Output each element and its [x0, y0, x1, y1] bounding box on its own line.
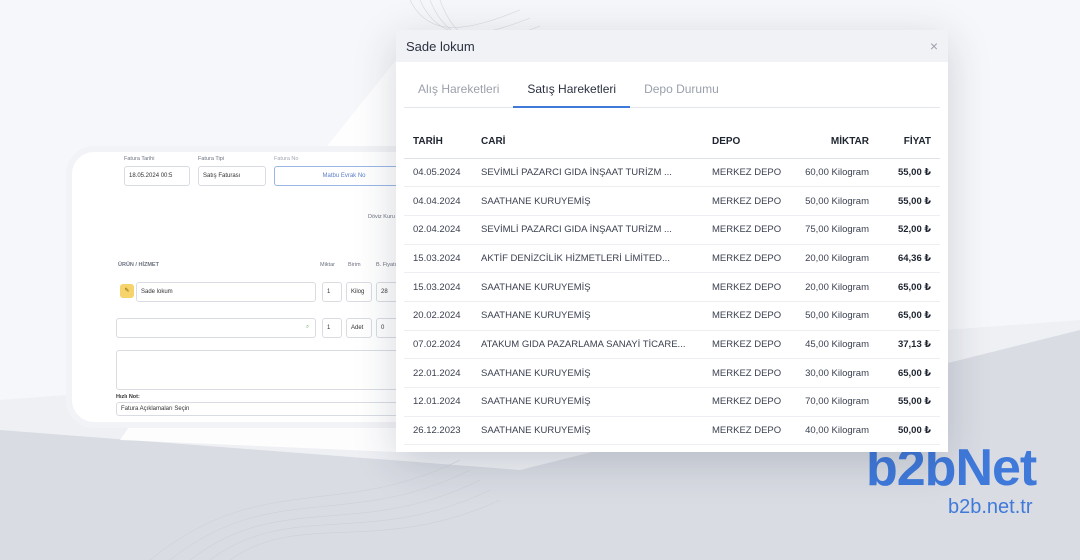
- cell-date: 02.04.2024: [404, 215, 472, 245]
- tab-purchase-movements[interactable]: Alış Hareketleri: [404, 74, 513, 107]
- cell-account: SAATHANE KURUYEMİŞ: [472, 272, 703, 302]
- brand-url: b2b.net.tr: [948, 496, 1033, 518]
- table-row[interactable]: 22.01.2024 SAATHANE KURUYEMİŞ MERKEZ DEP…: [404, 358, 940, 388]
- cell-quantity: 70,00 Kilogram: [793, 387, 878, 417]
- row1-quantity-field[interactable]: 1: [322, 282, 342, 302]
- row2-quantity-field[interactable]: 1: [322, 318, 342, 338]
- column-header-price[interactable]: FİYAT: [878, 126, 940, 159]
- invoice-date-label: Fatura Tarihi: [124, 156, 155, 162]
- modal-title: Sade lokum: [406, 38, 475, 54]
- cell-account: ATAKUM GIDA PAZARLAMA SANAYİ TİCARE...: [472, 330, 703, 360]
- cell-quantity: 20,00 Kilogram: [793, 272, 878, 302]
- currency-label: Döviz Kuru: [368, 214, 395, 220]
- cell-warehouse: MERKEZ DEPO: [703, 186, 793, 216]
- table-header-row: TARİH CARİ DEPO MİKTAR FİYAT: [404, 126, 940, 159]
- cell-price: 55,00 ₺: [878, 387, 940, 417]
- cell-price: 55,00 ₺: [878, 186, 940, 216]
- cell-account: SAATHANE KURUYEMİŞ: [472, 358, 703, 388]
- tab-sales-movements[interactable]: Satış Hareketleri: [513, 74, 630, 108]
- stock-movements-modal: Sade lokum × Alış Hareketleri Satış Hare…: [396, 30, 948, 452]
- row1-unit-select[interactable]: Kilog: [346, 282, 372, 302]
- cell-quantity: 20,00 Kilogram: [793, 244, 878, 274]
- cell-account: SAATHANE KURUYEMİŞ: [472, 186, 703, 216]
- column-header-date[interactable]: TARİH: [404, 126, 472, 159]
- cell-date: 12.01.2024: [404, 387, 472, 417]
- cell-price: 64,36 ₺: [878, 244, 940, 274]
- quick-note-select[interactable]: Fatura Açıklamaları Seçin: [116, 402, 416, 416]
- cell-price: 65,00 ₺: [878, 358, 940, 388]
- cell-date: 20.02.2024: [404, 301, 472, 331]
- cell-warehouse: MERKEZ DEPO: [703, 158, 793, 188]
- sales-movements-table: TARİH CARİ DEPO MİKTAR FİYAT 04.05.2024 …: [404, 126, 940, 446]
- cell-account: SEVİMLİ PAZARCI GIDA İNŞAAT TURİZM ...: [472, 215, 703, 245]
- product-column-header: ÜRÜN / HİZMET: [118, 262, 159, 268]
- cell-price: 55,00 ₺: [878, 158, 940, 188]
- cell-warehouse: MERKEZ DEPO: [703, 272, 793, 302]
- cell-quantity: 30,00 Kilogram: [793, 358, 878, 388]
- table-row[interactable]: 04.04.2024 SAATHANE KURUYEMİŞ MERKEZ DEP…: [404, 186, 940, 216]
- background-invoice-form: Fatura Tarihi 18.05.2024 00:5 Fatura Tip…: [66, 146, 446, 428]
- cell-account: SAATHANE KURUYEMİŞ: [472, 301, 703, 331]
- unit-column-header: Birim: [348, 262, 361, 268]
- cell-quantity: 50,00 Kilogram: [793, 301, 878, 331]
- cell-quantity: 75,00 Kilogram: [793, 215, 878, 245]
- invoice-no-input[interactable]: Matbu Evrak No: [274, 166, 414, 186]
- invoice-type-label: Fatura Tipi: [198, 156, 224, 162]
- cell-warehouse: MERKEZ DEPO: [703, 358, 793, 388]
- cell-quantity: 60,00 Kilogram: [793, 158, 878, 188]
- cell-price: 50,00 ₺: [878, 416, 940, 446]
- cell-account: AKTİF DENİZCİLİK HİZMETLERİ LİMİTED...: [472, 244, 703, 274]
- invoice-type-select[interactable]: Satış Faturası: [198, 166, 266, 186]
- close-icon[interactable]: ×: [930, 38, 938, 54]
- cell-date: 15.03.2024: [404, 244, 472, 274]
- product-search-input[interactable]: [116, 318, 316, 338]
- cell-price: 37,13 ₺: [878, 330, 940, 360]
- product-name-field[interactable]: Sade lokum: [136, 282, 316, 302]
- invoice-no-label: Fatura No: [274, 156, 299, 162]
- cell-account: SAATHANE KURUYEMİŞ: [472, 387, 703, 417]
- tab-bar: Alış Hareketleri Satış Hareketleri Depo …: [404, 74, 940, 108]
- table-row[interactable]: 20.02.2024 SAATHANE KURUYEMİŞ MERKEZ DEP…: [404, 301, 940, 331]
- column-header-warehouse[interactable]: DEPO: [703, 126, 793, 159]
- cell-date: 22.01.2024: [404, 358, 472, 388]
- table-row[interactable]: 12.01.2024 SAATHANE KURUYEMİŞ MERKEZ DEP…: [404, 387, 940, 417]
- column-header-quantity[interactable]: MİKTAR: [793, 126, 878, 159]
- quick-note-label: Hızlı Not:: [116, 394, 140, 400]
- cell-date: 07.02.2024: [404, 330, 472, 360]
- table-row[interactable]: 02.04.2024 SEVİMLİ PAZARCI GIDA İNŞAAT T…: [404, 215, 940, 245]
- table-row[interactable]: 15.03.2024 SAATHANE KURUYEMİŞ MERKEZ DEP…: [404, 272, 940, 302]
- table-row[interactable]: 15.03.2024 AKTİF DENİZCİLİK HİZMETLERİ L…: [404, 244, 940, 274]
- cell-quantity: 50,00 Kilogram: [793, 186, 878, 216]
- table-row[interactable]: 26.12.2023 SAATHANE KURUYEMİŞ MERKEZ DEP…: [404, 416, 940, 446]
- cell-price: 65,00 ₺: [878, 301, 940, 331]
- cell-price: 52,00 ₺: [878, 215, 940, 245]
- cell-warehouse: MERKEZ DEPO: [703, 387, 793, 417]
- cell-quantity: 45,00 Kilogram: [793, 330, 878, 360]
- quantity-column-header: Miktar: [320, 262, 335, 268]
- cell-account: SAATHANE KURUYEMİŞ: [472, 416, 703, 446]
- price-column-header: B. Fiyatı: [376, 262, 397, 268]
- product-edit-icon[interactable]: ✎: [120, 284, 134, 298]
- cell-warehouse: MERKEZ DEPO: [703, 215, 793, 245]
- tab-warehouse-status[interactable]: Depo Durumu: [630, 74, 733, 107]
- cell-warehouse: MERKEZ DEPO: [703, 330, 793, 360]
- cell-quantity: 40,00 Kilogram: [793, 416, 878, 446]
- invoice-date-field[interactable]: 18.05.2024 00:5: [124, 166, 190, 186]
- cell-warehouse: MERKEZ DEPO: [703, 244, 793, 274]
- table-row[interactable]: 07.02.2024 ATAKUM GIDA PAZARLAMA SANAYİ …: [404, 330, 940, 360]
- cell-date: 04.04.2024: [404, 186, 472, 216]
- cell-date: 04.05.2024: [404, 158, 472, 188]
- cell-date: 26.12.2023: [404, 416, 472, 446]
- cell-account: SEVİMLİ PAZARCI GIDA İNŞAAT TURİZM ...: [472, 158, 703, 188]
- table-row[interactable]: 04.05.2024 SEVİMLİ PAZARCI GIDA İNŞAAT T…: [404, 158, 940, 188]
- cell-price: 65,00 ₺: [878, 272, 940, 302]
- search-icon[interactable]: ⌕: [306, 324, 309, 331]
- cell-warehouse: MERKEZ DEPO: [703, 301, 793, 331]
- modal-header: Sade lokum ×: [396, 30, 948, 62]
- cell-date: 15.03.2024: [404, 272, 472, 302]
- row2-unit-select[interactable]: Adet: [346, 318, 372, 338]
- cell-warehouse: MERKEZ DEPO: [703, 416, 793, 446]
- column-header-account[interactable]: CARİ: [472, 126, 703, 159]
